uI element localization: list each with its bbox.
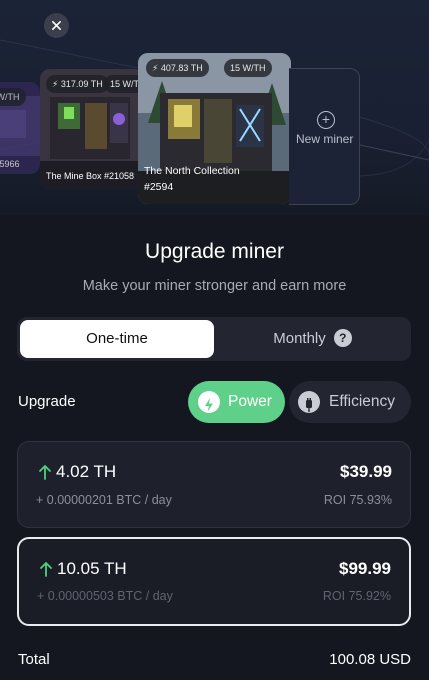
arrow-up-icon bbox=[40, 562, 52, 577]
hashrate-chip: ⚡ 317.09 TH bbox=[46, 75, 109, 93]
option-price: $99.99 bbox=[339, 559, 391, 578]
power-toggle[interactable]: Power bbox=[188, 381, 285, 423]
hashrate-chip: ⚡ 407.83 TH bbox=[146, 59, 209, 77]
total-label: Total bbox=[18, 651, 50, 668]
power-label: Power bbox=[228, 393, 272, 410]
arrow-up-icon bbox=[39, 465, 51, 480]
lightning-icon bbox=[198, 391, 220, 413]
miner-card-mine-box[interactable]: ⚡ 317.09 TH 15 W/TH The Mine Box #21058 bbox=[40, 69, 144, 189]
option-roi: ROI 75.93% bbox=[323, 493, 392, 507]
page-subtitle: Make your miner stronger and earn more bbox=[82, 278, 347, 294]
option-hashrate: 10.05 TH bbox=[57, 559, 127, 578]
upgrade-label: Upgrade bbox=[18, 393, 76, 410]
upgrade-option[interactable]: 4.02 TH + 0.00000201 BTC / day $39.99 RO… bbox=[17, 441, 411, 528]
efficiency-toggle[interactable]: Efficiency bbox=[289, 381, 411, 423]
miner-card-north-collection[interactable]: ⚡ 407.83 TH 15 W/TH The North Collection… bbox=[138, 53, 291, 204]
miner-card-far[interactable]: 15 W/TH e Box #45966 bbox=[0, 82, 40, 174]
option-btc-per-day: + 0.00000503 BTC / day bbox=[37, 589, 173, 603]
billing-tabs: One-time Monthly? bbox=[17, 317, 411, 361]
efficiency-chip: 15 W/TH bbox=[224, 59, 272, 77]
miner-card-name-line2: #2594 bbox=[144, 181, 174, 193]
option-price: $39.99 bbox=[340, 462, 392, 481]
plug-icon bbox=[298, 391, 320, 413]
plus-circle-icon: + bbox=[317, 111, 335, 129]
miner-card-name: The Mine Box #21058 bbox=[46, 171, 135, 181]
efficiency-label: Efficiency bbox=[329, 393, 396, 410]
total-value: 100.08 USD bbox=[329, 651, 411, 668]
tab-monthly[interactable]: Monthly? bbox=[217, 320, 408, 358]
option-hashrate: 4.02 TH bbox=[56, 462, 117, 481]
efficiency-chip: 15 W/TH bbox=[0, 88, 26, 106]
close-button[interactable] bbox=[44, 13, 69, 38]
page-title: Upgrade miner bbox=[145, 240, 284, 263]
help-icon[interactable]: ? bbox=[333, 328, 352, 347]
upgrade-option-selected[interactable]: 10.05 TH + 0.00000503 BTC / day $99.99 R… bbox=[17, 537, 411, 626]
miner-card-name: e Box #45966 bbox=[0, 159, 20, 169]
new-miner-label: New miner bbox=[296, 132, 354, 146]
option-btc-per-day: + 0.00000201 BTC / day bbox=[36, 493, 172, 507]
option-roi: ROI 75.92% bbox=[322, 589, 391, 603]
close-icon bbox=[52, 21, 61, 30]
tab-monthly-label: Monthly bbox=[273, 330, 326, 347]
miner-carousel: 15 W/TH e Box #45966 ⚡ 317.09 TH 15 W/TH… bbox=[0, 0, 429, 215]
miner-card-name-line1: The North Collection bbox=[144, 165, 240, 177]
tab-one-time[interactable]: One-time bbox=[20, 320, 214, 358]
